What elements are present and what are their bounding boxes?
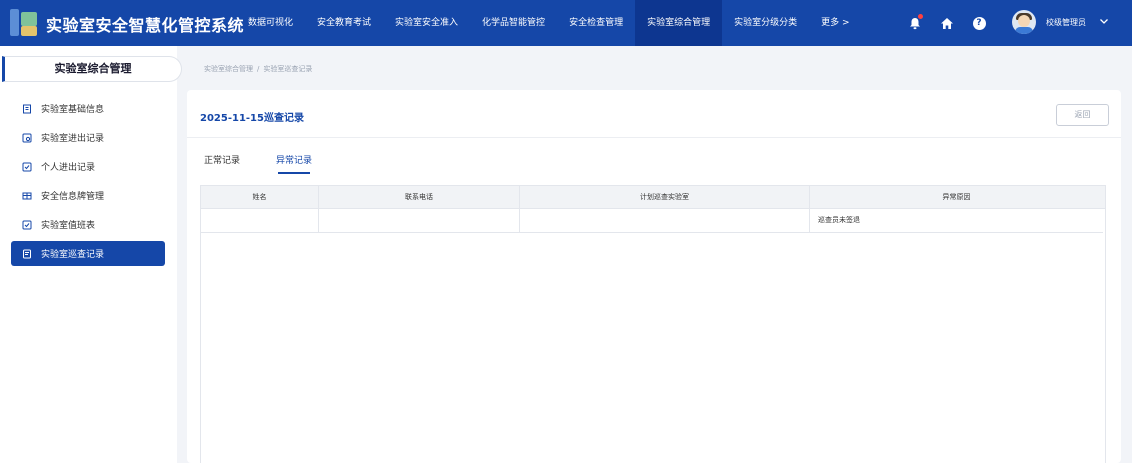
- help-icon[interactable]: ?: [969, 13, 989, 33]
- sidebar-item-label: 实验室巡查记录: [41, 250, 105, 260]
- sidebar-item-personal-access-log[interactable]: 个人进出记录: [11, 154, 165, 179]
- table-cell-name: [201, 209, 319, 232]
- table-cell-planned-lab: [520, 209, 810, 232]
- board-icon: [22, 191, 32, 201]
- divider: [187, 137, 1121, 138]
- building-icon: [22, 104, 32, 114]
- back-button[interactable]: 返回: [1056, 104, 1109, 126]
- records-table: 姓名 联系电话 计划巡查实验室 异常原因 巡查员未签退: [200, 185, 1106, 463]
- patrol-icon: [22, 249, 32, 259]
- table-cell-abnormal-reason: 巡查员未签退: [818, 216, 860, 224]
- chevron-down-icon[interactable]: [1098, 15, 1110, 30]
- column-header-phone: 联系电话: [319, 186, 520, 208]
- column-header-name: 姓名: [201, 186, 319, 208]
- person-log-icon: [22, 162, 32, 172]
- nav-more-menu[interactable]: 更多 >: [809, 0, 853, 46]
- notification-dot: [918, 14, 923, 19]
- door-log-icon: [22, 133, 32, 143]
- home-icon[interactable]: [937, 13, 957, 33]
- table-row[interactable]: 巡查员未签退: [201, 209, 1103, 233]
- main-card: 2025-11-15巡查记录 返回 正常记录 异常记录 姓名 联系电话 计划巡查…: [187, 90, 1121, 463]
- tab-abnormal-records[interactable]: 异常记录: [276, 153, 312, 174]
- nav-item-lab-access[interactable]: 实验室安全准入: [383, 0, 470, 46]
- nav-item-lab-classification[interactable]: 实验室分级分类: [722, 0, 809, 46]
- top-navigation-bar: 实验室安全智慧化管控系统 数据可视化 安全教育考试 实验室安全准入 化学品智能管…: [0, 0, 1132, 46]
- nav-item-chemical-control[interactable]: 化学品智能管控: [470, 0, 557, 46]
- nav-item-safety-exam[interactable]: 安全教育考试: [305, 0, 383, 46]
- table-header: 姓名 联系电话 计划巡查实验室 异常原因: [201, 186, 1105, 209]
- user-name[interactable]: 校级管理员: [1046, 17, 1086, 28]
- sidebar-item-label: 个人进出记录: [41, 163, 96, 173]
- app-logo-icon: [10, 9, 37, 36]
- breadcrumb: 实验室综合管理 / 实验室巡查记录: [204, 64, 312, 74]
- sidebar-item-duty-roster[interactable]: 实验室值班表: [11, 212, 165, 237]
- page-title: 2025-11-15巡查记录: [200, 113, 304, 124]
- tab-normal-records[interactable]: 正常记录: [204, 153, 240, 173]
- sidebar-item-label: 实验室进出记录: [41, 134, 105, 144]
- nav-item-safety-inspection[interactable]: 安全检查管理: [557, 0, 635, 46]
- column-header-abnormal-reason: 异常原因: [942, 193, 971, 201]
- sidebar-item-safety-board[interactable]: 安全信息牌管理: [11, 183, 165, 208]
- breadcrumb-separator: /: [257, 65, 260, 73]
- avatar[interactable]: [1012, 10, 1036, 34]
- sidebar-item-patrol-records[interactable]: 实验室巡查记录: [11, 241, 165, 266]
- sidebar-item-label: 实验室基础信息: [41, 105, 105, 115]
- duty-icon: [22, 220, 32, 230]
- breadcrumb-item-current: 实验室巡查记录: [263, 65, 313, 73]
- sidebar: 实验室综合管理 实验室基础信息 实验室进出记录 个人进出记录 安全信息牌管理 实…: [0, 46, 182, 463]
- sidebar-menu: 实验室基础信息 实验室进出记录 个人进出记录 安全信息牌管理 实验室值班表 实验…: [11, 96, 165, 270]
- nav-item-data-visualization[interactable]: 数据可视化: [236, 0, 305, 46]
- sidebar-item-lab-basic-info[interactable]: 实验室基础信息: [11, 96, 165, 121]
- table-cell-phone: [319, 209, 520, 232]
- sidebar-item-label: 实验室值班表: [41, 221, 96, 231]
- app-title: 实验室安全智慧化管控系统: [46, 16, 245, 35]
- bell-icon[interactable]: [905, 13, 925, 33]
- nav-item-lab-management[interactable]: 实验室综合管理: [635, 0, 723, 46]
- breadcrumb-item[interactable]: 实验室综合管理: [204, 65, 253, 73]
- column-header-planned-lab: 计划巡查实验室: [520, 186, 810, 208]
- sidebar-item-lab-access-log[interactable]: 实验室进出记录: [11, 125, 165, 150]
- record-tabs: 正常记录 异常记录: [204, 153, 348, 174]
- sidebar-title: 实验室综合管理: [2, 56, 182, 82]
- sidebar-item-label: 安全信息牌管理: [41, 192, 105, 202]
- main-nav: 数据可视化 安全教育考试 实验室安全准入 化学品智能管控 安全检查管理 实验室综…: [236, 0, 854, 46]
